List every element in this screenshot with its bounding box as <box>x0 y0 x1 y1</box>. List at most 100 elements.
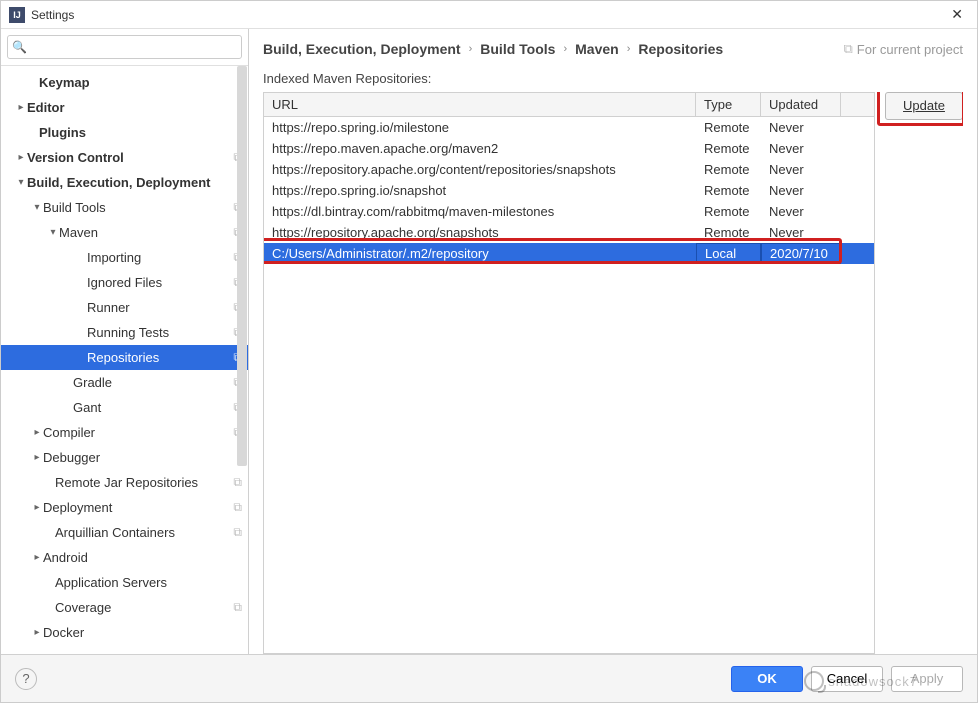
table-row[interactable]: https://repo.spring.io/milestoneRemoteNe… <box>264 117 874 138</box>
cell-updated: Never <box>761 223 841 242</box>
table-row[interactable]: C:/Users/Administrator/.m2/repositoryLoc… <box>264 243 874 264</box>
th-updated[interactable]: Updated <box>761 93 841 116</box>
tree-item-label: Application Servers <box>55 575 242 590</box>
cell-updated: Never <box>761 118 841 137</box>
tree-item[interactable]: ▸Editor <box>1 95 248 120</box>
th-type[interactable]: Type <box>696 93 761 116</box>
cell-type: Remote <box>696 181 761 200</box>
tree-item-label: Editor <box>27 100 242 115</box>
breadcrumb-item[interactable]: Maven <box>575 41 619 57</box>
cell-url: https://repository.apache.org/content/re… <box>264 160 696 179</box>
tree-item[interactable]: Keymap <box>1 70 248 95</box>
tree-item[interactable]: ▾Maven⧉ <box>1 220 248 245</box>
th-url[interactable]: URL <box>264 93 696 116</box>
table-area: URL Type Updated https://repo.spring.io/… <box>263 92 963 654</box>
breadcrumb: Build, Execution, Deployment › Build Tools… <box>263 41 963 57</box>
tree-item-label: Running Tests <box>87 325 233 340</box>
chevron-icon: ▸ <box>31 552 43 563</box>
tree-item[interactable]: Arquillian Containers⧉ <box>1 520 248 545</box>
cell-url: https://repository.apache.org/snapshots <box>264 223 696 242</box>
tree-item[interactable]: Runner⧉ <box>1 295 248 320</box>
breadcrumb-item[interactable]: Build Tools <box>480 41 555 57</box>
cell-type: Remote <box>696 223 761 242</box>
cell-url: https://repo.spring.io/milestone <box>264 118 696 137</box>
cancel-button[interactable]: Cancel <box>811 666 883 692</box>
cell-spacer <box>841 126 874 130</box>
search-box[interactable]: 🔍 <box>7 35 242 59</box>
tree-item-label: Remote Jar Repositories <box>55 475 233 490</box>
tree-item[interactable]: Plugins <box>1 120 248 145</box>
table-row[interactable]: https://dl.bintray.com/rabbitmq/maven-mi… <box>264 201 874 222</box>
cell-spacer <box>841 252 874 256</box>
cell-spacer <box>841 147 874 151</box>
tree-item[interactable]: ▸Deployment⧉ <box>1 495 248 520</box>
cell-spacer <box>841 210 874 214</box>
tree-item[interactable]: Ignored Files⧉ <box>1 270 248 295</box>
cell-type: Remote <box>696 139 761 158</box>
tree-item[interactable]: ▸Docker <box>1 620 248 645</box>
apply-button[interactable]: Apply <box>891 666 963 692</box>
section-label: Indexed Maven Repositories: <box>263 71 963 86</box>
tree-item-label: Build Tools <box>43 200 233 215</box>
chevron-icon: ▸ <box>15 152 27 163</box>
table-row[interactable]: https://repo.maven.apache.org/maven2Remo… <box>264 138 874 159</box>
chevron-icon: ▾ <box>31 202 43 213</box>
search-input[interactable] <box>30 40 237 54</box>
tree-item-label: Debugger <box>43 450 242 465</box>
cell-spacer <box>841 168 874 172</box>
tree-item[interactable]: Importing⧉ <box>1 245 248 270</box>
tree-item-label: Maven <box>59 225 233 240</box>
tree-item-label: Docker <box>43 625 242 640</box>
dialog-footer: ? OK Cancel Apply <box>1 654 977 702</box>
cell-spacer <box>841 231 874 235</box>
cell-url: https://dl.bintray.com/rabbitmq/maven-mi… <box>264 202 696 221</box>
tree-item-label: Ignored Files <box>87 275 233 290</box>
table-row[interactable]: https://repository.apache.org/snapshotsR… <box>264 222 874 243</box>
cell-type: Local <box>696 243 761 264</box>
tree-item[interactable]: Remote Jar Repositories⧉ <box>1 470 248 495</box>
cell-spacer <box>841 189 874 193</box>
cell-url: C:/Users/Administrator/.m2/repository <box>264 244 696 263</box>
scrollbar-thumb[interactable] <box>237 66 247 466</box>
cell-updated: Never <box>761 139 841 158</box>
tree-item[interactable]: ▾Build Tools⧉ <box>1 195 248 220</box>
ok-button[interactable]: OK <box>731 666 803 692</box>
tree-item[interactable]: Coverage⧉ <box>1 595 248 620</box>
cell-url: https://repo.spring.io/snapshot <box>264 181 696 200</box>
tree-item[interactable]: ▸Compiler⧉ <box>1 420 248 445</box>
settings-tree[interactable]: Keymap▸EditorPlugins▸Version Control⧉▾Bu… <box>1 66 248 654</box>
table-header: URL Type Updated <box>264 93 874 117</box>
tree-item[interactable]: ▾Build, Execution, Deployment <box>1 170 248 195</box>
tree-item[interactable]: ▸Version Control⧉ <box>1 145 248 170</box>
tree-item[interactable]: Application Servers <box>1 570 248 595</box>
tree-item-label: Keymap <box>39 75 242 90</box>
settings-dialog: IJ Settings ✕ 🔍 Keymap▸EditorPlugins▸Ver… <box>0 0 978 703</box>
repositories-table: URL Type Updated https://repo.spring.io/… <box>263 92 875 654</box>
chevron-icon: ▾ <box>47 227 59 238</box>
breadcrumb-item[interactable]: Build, Execution, Deployment <box>263 41 461 57</box>
tree-scrollbar[interactable] <box>236 66 248 654</box>
project-scope: ⧉ For current project <box>844 41 964 57</box>
tree-item-label: Version Control <box>27 150 233 165</box>
tree-item-label: Compiler <box>43 425 233 440</box>
app-icon: IJ <box>9 7 25 23</box>
tree-item[interactable]: Running Tests⧉ <box>1 320 248 345</box>
tree-item[interactable]: Gant⧉ <box>1 395 248 420</box>
close-icon[interactable]: ✕ <box>945 4 969 25</box>
chevron-right-icon: › <box>563 43 567 55</box>
copy-icon: ⧉ <box>844 41 853 57</box>
table-row[interactable]: https://repository.apache.org/content/re… <box>264 159 874 180</box>
breadcrumb-item[interactable]: Repositories <box>638 41 723 57</box>
table-row[interactable]: https://repo.spring.io/snapshotRemoteNev… <box>264 180 874 201</box>
tree-item[interactable]: ▸Debugger <box>1 445 248 470</box>
tree-item[interactable]: Repositories⧉ <box>1 345 248 370</box>
tree-item[interactable]: ▸Android <box>1 545 248 570</box>
help-icon[interactable]: ? <box>15 668 37 690</box>
table-body[interactable]: https://repo.spring.io/milestoneRemoteNe… <box>264 117 874 653</box>
cell-updated: Never <box>761 181 841 200</box>
tree-item-label: Repositories <box>87 350 233 365</box>
search-wrap: 🔍 <box>1 29 248 66</box>
update-button[interactable]: Update <box>885 92 963 120</box>
chevron-icon: ▾ <box>15 177 27 188</box>
tree-item[interactable]: Gradle⧉ <box>1 370 248 395</box>
